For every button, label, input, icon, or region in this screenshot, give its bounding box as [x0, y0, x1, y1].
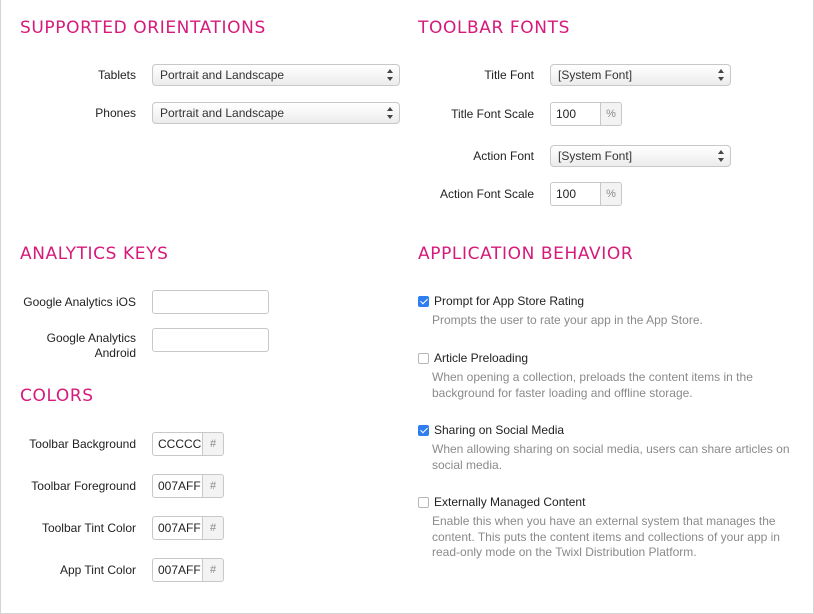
action-font-select[interactable]: [System Font]: [550, 145, 731, 167]
phones-orientation-value: Portrait and Landscape: [160, 106, 285, 120]
rating-help: Prompts the user to rate your app in the…: [432, 313, 703, 327]
hash-addon: #: [202, 558, 224, 582]
preloading-help: When opening a collection, preloads the …: [432, 370, 753, 400]
behavior-option-rating[interactable]: Prompt for App Store Rating: [418, 294, 584, 308]
tablets-label: Tablets: [97, 67, 136, 82]
tablets-orientation-value: Portrait and Landscape: [160, 68, 285, 82]
sharing-label: Sharing on Social Media: [434, 423, 565, 437]
action-font-scale-group: 100 %: [550, 182, 622, 206]
action-font-scale-input[interactable]: 100: [550, 182, 600, 206]
action-font-scale-label: Action Font Scale: [439, 186, 534, 201]
toolbar-foreground-input[interactable]: 007AFF: [152, 474, 202, 498]
external-label: Externally Managed Content: [434, 495, 586, 509]
action-font-label: Action Font: [473, 148, 534, 163]
toolbar-tint-color-group: 007AFF #: [152, 516, 224, 540]
external-help: Enable this when you have an external sy…: [432, 514, 780, 559]
title-font-scale-input[interactable]: 100: [550, 102, 600, 126]
color-label: Toolbar Foreground: [31, 478, 136, 493]
hash-addon: #: [202, 474, 224, 498]
toolbar-fonts-heading: TOOLBAR FONTS: [418, 18, 570, 38]
behavior-option-preloading[interactable]: Article Preloading: [418, 351, 528, 365]
toolbar-background-input[interactable]: CCCCCC: [152, 432, 202, 456]
rating-checkbox[interactable]: [418, 295, 429, 307]
hash-addon: #: [202, 516, 224, 540]
app-tint-color-group: 007AFF #: [152, 558, 224, 582]
title-font-select[interactable]: [System Font]: [550, 64, 731, 86]
phones-orientation-select[interactable]: Portrait and Landscape: [152, 102, 400, 124]
toolbar-tint-input[interactable]: 007AFF: [152, 516, 202, 540]
percent-addon: %: [600, 182, 622, 206]
orientations-heading: SUPPORTED ORIENTATIONS: [20, 18, 266, 38]
color-label: App Tint Color: [59, 562, 136, 577]
preloading-checkbox[interactable]: [418, 352, 429, 364]
app-tint-input[interactable]: 007AFF: [152, 558, 202, 582]
ga-android-label-line2: Android: [94, 346, 136, 360]
ga-android-input[interactable]: [152, 328, 269, 352]
select-arrows-icon: [718, 150, 725, 162]
action-font-value: [System Font]: [558, 149, 633, 163]
behavior-heading: APPLICATION BEHAVIOR: [418, 244, 634, 264]
percent-addon: %: [600, 102, 622, 126]
behavior-option-external[interactable]: Externally Managed Content: [418, 495, 585, 509]
sharing-help: When allowing sharing on social media, u…: [432, 442, 790, 472]
title-font-scale-label: Title Font Scale: [451, 106, 534, 121]
select-arrows-icon: [718, 69, 725, 81]
colors-heading: COLORS: [20, 386, 94, 406]
tablets-orientation-select[interactable]: Portrait and Landscape: [152, 64, 400, 86]
preloading-label: Article Preloading: [434, 351, 529, 365]
color-label: Toolbar Background: [29, 436, 136, 451]
hash-addon: #: [202, 432, 224, 456]
color-label: Toolbar Tint Color: [41, 520, 136, 535]
external-checkbox[interactable]: [418, 496, 429, 508]
ga-android-label: Google Analytics Android: [1, 331, 136, 361]
behavior-option-sharing[interactable]: Sharing on Social Media: [418, 423, 564, 437]
select-arrows-icon: [387, 107, 394, 119]
select-arrows-icon: [387, 69, 394, 81]
title-font-label: Title Font: [484, 67, 534, 82]
title-font-scale-group: 100 %: [550, 102, 622, 126]
ga-android-label-line1: Google Analytics: [46, 331, 136, 345]
ga-ios-label: Google Analytics iOS: [23, 294, 136, 309]
toolbar-background-color-group: CCCCCC #: [152, 432, 224, 456]
analytics-heading: ANALYTICS KEYS: [20, 244, 169, 264]
phones-label: Phones: [95, 105, 136, 120]
toolbar-foreground-color-group: 007AFF #: [152, 474, 224, 498]
title-font-value: [System Font]: [558, 68, 633, 82]
settings-panel: SUPPORTED ORIENTATIONS Tablets Portrait …: [0, 0, 814, 614]
rating-label: Prompt for App Store Rating: [434, 294, 585, 308]
ga-ios-input[interactable]: [152, 290, 269, 314]
sharing-checkbox[interactable]: [418, 424, 429, 436]
